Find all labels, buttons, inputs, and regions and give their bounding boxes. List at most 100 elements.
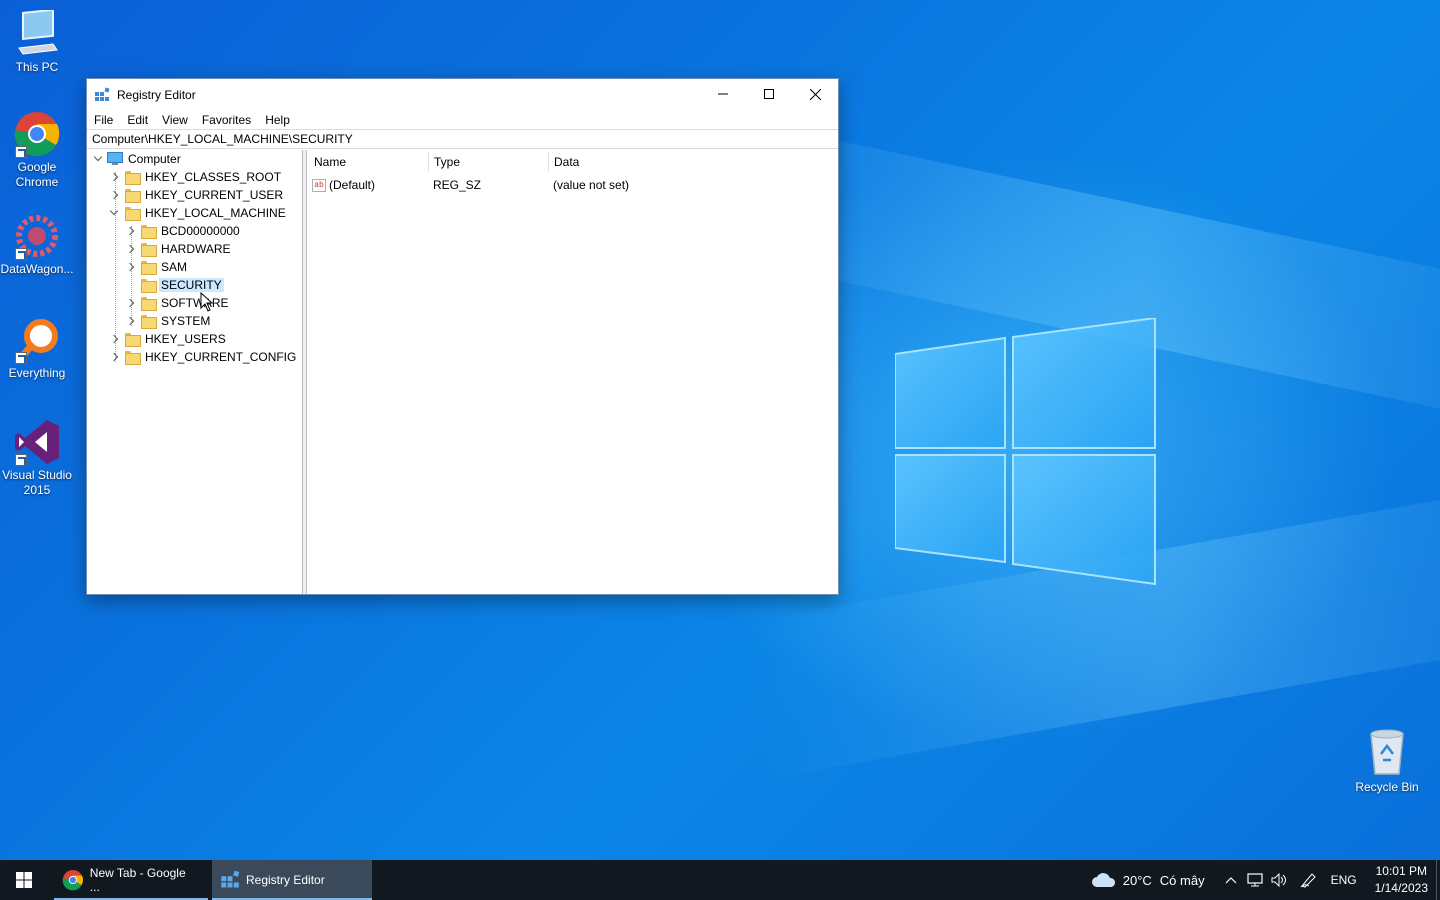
network-button[interactable] <box>1245 870 1265 890</box>
desktop-icon-label: Google Chrome <box>15 160 59 189</box>
menu-edit[interactable]: Edit <box>120 113 155 127</box>
address-bar[interactable]: Computer\HKEY_LOCAL_MACHINE\SECURITY <box>87 129 838 149</box>
desktop-icon-label: DataWagon... <box>0 262 74 276</box>
speaker-icon <box>1271 873 1286 887</box>
column-header-data[interactable]: Data <box>554 150 579 174</box>
maximize-button[interactable] <box>746 79 792 109</box>
tree-label: SOFTWARE <box>161 296 229 310</box>
clock-time: 10:01 PM <box>1375 864 1427 878</box>
title-bar[interactable]: Registry Editor <box>87 79 838 110</box>
chevron-right-icon[interactable] <box>109 352 119 362</box>
folder-icon <box>141 243 157 257</box>
desktop-icon-recycle-bin[interactable]: Recycle Bin <box>1350 728 1424 794</box>
menu-view[interactable]: View <box>155 113 195 127</box>
computer-icon <box>107 152 123 165</box>
chevron-down-icon[interactable] <box>109 208 119 218</box>
taskbar-item-registry-editor[interactable]: Registry Editor <box>212 860 372 900</box>
tree-node-system[interactable]: SYSTEM <box>125 312 210 330</box>
tree-node-hkey-current-config[interactable]: HKEY_CURRENT_CONFIG <box>109 348 296 366</box>
menu-bar: File Edit View Favorites Help <box>87 110 838 129</box>
taskbar-item-label: New Tab - Google ... <box>89 866 186 894</box>
chevron-right-icon[interactable] <box>125 298 135 308</box>
tree-node-hkey-classes-root[interactable]: HKEY_CLASSES_ROOT <box>109 168 281 186</box>
tree-node-hkey-current-user[interactable]: HKEY_CURRENT_USER <box>109 186 283 204</box>
column-header-type[interactable]: Type <box>434 150 460 174</box>
value-row[interactable]: ab (Default) REG_SZ (value not set) <box>312 176 732 194</box>
menu-file[interactable]: File <box>87 113 120 127</box>
tree-label: HKEY_USERS <box>145 332 226 346</box>
desktop-icon-everything[interactable]: Everything <box>0 316 74 381</box>
tree-label: HARDWARE <box>161 242 231 256</box>
shortcut-arrow-icon <box>15 454 27 466</box>
close-button[interactable] <box>792 79 838 109</box>
taskbar-item-chrome[interactable]: New Tab - Google ... <box>54 860 208 900</box>
column-separator[interactable] <box>548 152 549 172</box>
chrome-icon <box>13 110 61 158</box>
start-button[interactable] <box>0 860 48 900</box>
minimize-button[interactable] <box>700 79 746 109</box>
column-separator[interactable] <box>428 152 429 172</box>
panes: Computer HKEY_CLASSES_ROOT HKEY_CURRENT_… <box>87 150 838 594</box>
tree-label: SYSTEM <box>161 314 211 328</box>
desktop-icon-google-chrome[interactable]: Google Chrome <box>0 110 74 190</box>
chevron-right-icon[interactable] <box>109 190 119 200</box>
folder-icon <box>141 315 157 329</box>
tree-node-hardware[interactable]: HARDWARE <box>125 240 231 258</box>
clock[interactable]: 10:01 PM 1/14/2023 <box>1375 863 1428 897</box>
menu-favorites[interactable]: Favorites <box>195 113 258 127</box>
column-header-name[interactable]: Name <box>314 150 346 174</box>
close-icon <box>809 88 821 100</box>
shortcut-arrow-icon <box>15 352 27 364</box>
tree-node-sam[interactable]: SAM <box>125 258 187 276</box>
everything-search-icon <box>13 316 61 364</box>
desktop-icon-label: This PC <box>15 60 59 74</box>
language-indicator[interactable]: ENG <box>1331 870 1357 890</box>
menu-help[interactable]: Help <box>258 113 297 127</box>
value-type: REG_SZ <box>433 178 482 192</box>
chevron-right-icon[interactable] <box>125 262 135 272</box>
pen-button[interactable] <box>1299 870 1319 890</box>
weather-widget[interactable]: 20°C Có mây <box>1091 872 1205 888</box>
tree-label: HKEY_CLASSES_ROOT <box>145 170 282 184</box>
chevron-right-icon[interactable] <box>125 244 135 254</box>
shortcut-arrow-icon <box>15 146 27 158</box>
show-desktop-button[interactable] <box>1436 860 1440 900</box>
chrome-icon <box>62 870 83 891</box>
tree-label: SAM <box>161 260 188 274</box>
tree-node-hkey-users[interactable]: HKEY_USERS <box>109 330 226 348</box>
tray-overflow-button[interactable] <box>1221 870 1241 890</box>
visual-studio-icon <box>13 418 61 466</box>
volume-button[interactable] <box>1269 870 1289 890</box>
string-value-icon: ab <box>312 178 326 192</box>
values-list[interactable]: Name Type Data ab (Default) REG_SZ (valu… <box>307 150 838 594</box>
folder-icon <box>141 261 157 275</box>
key-tree[interactable]: Computer HKEY_CLASSES_ROOT HKEY_CURRENT_… <box>87 150 303 594</box>
chevron-right-icon[interactable] <box>125 316 135 326</box>
desktop-icon-datawagon[interactable]: DataWagon... <box>0 212 74 277</box>
weather-text: Có mây <box>1159 872 1205 888</box>
tree-node-bcd[interactable]: BCD00000000 <box>125 222 240 240</box>
regedit-icon <box>95 87 110 101</box>
windows-start-icon <box>16 872 32 888</box>
chevron-right-icon[interactable] <box>109 172 119 182</box>
tree-node-computer[interactable]: Computer <box>93 150 181 168</box>
chevron-up-icon <box>1225 877 1237 884</box>
desktop-icon-visual-studio[interactable]: Visual Studio 2015 <box>0 418 74 498</box>
tree-node-hkey-local-machine[interactable]: HKEY_LOCAL_MACHINE <box>109 204 286 222</box>
tree-label: HKEY_CURRENT_CONFIG <box>145 350 297 364</box>
folder-icon <box>141 225 157 239</box>
recycle-bin-icon <box>1370 729 1404 775</box>
folder-icon <box>141 279 157 293</box>
network-icon <box>1246 873 1263 887</box>
clock-date: 1/14/2023 <box>1374 881 1428 895</box>
datawagon-icon <box>13 212 61 260</box>
this-pc-icon <box>13 8 61 58</box>
desktop-icon-this-pc[interactable]: This PC <box>0 8 74 75</box>
value-name: (Default) <box>329 178 376 192</box>
chevron-down-icon[interactable] <box>93 154 103 164</box>
desktop-icon-label: Everything <box>8 366 66 380</box>
chevron-right-icon[interactable] <box>109 334 119 344</box>
recycle-bin-label: Recycle Bin <box>1355 780 1419 794</box>
chevron-right-icon[interactable] <box>125 226 135 236</box>
shortcut-arrow-icon <box>15 248 27 260</box>
